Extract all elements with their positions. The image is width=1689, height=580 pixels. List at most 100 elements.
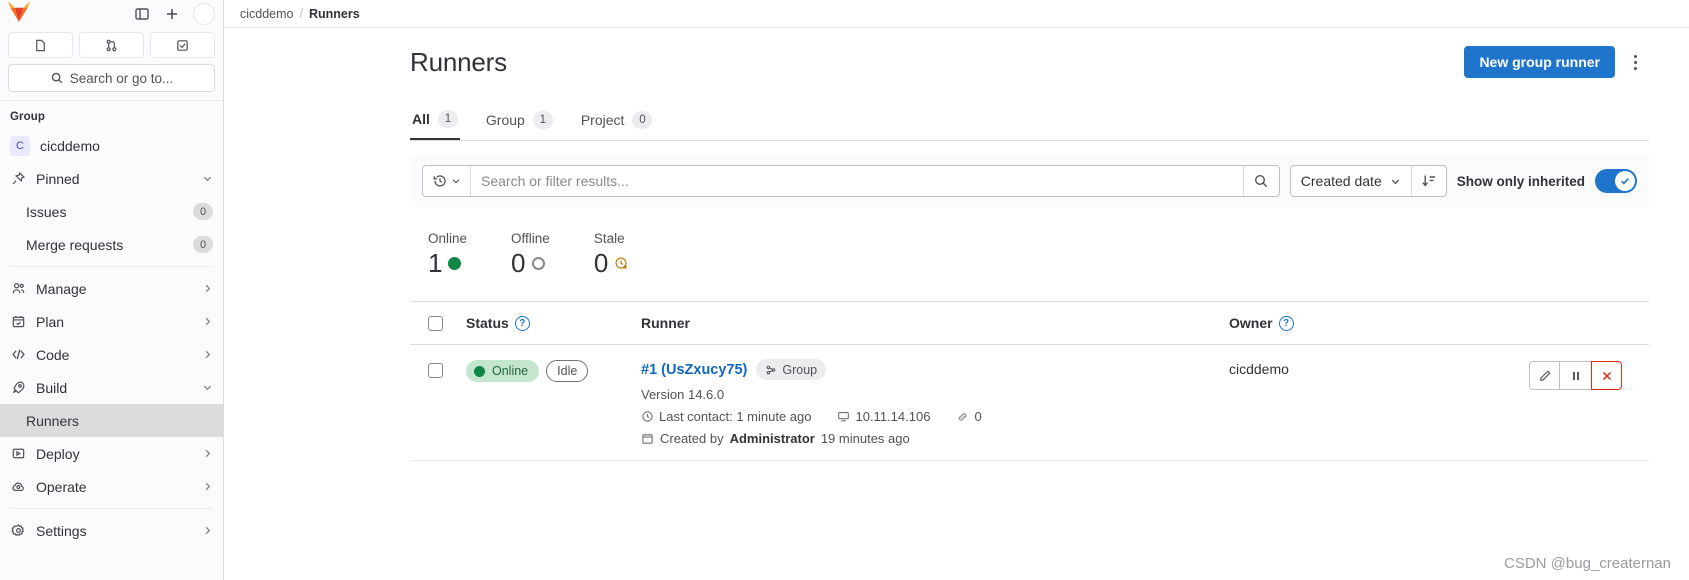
show-only-inherited-label: Show only inherited [1456, 173, 1585, 189]
chevron-down-icon [1391, 179, 1399, 184]
watermark: CSDN @bug_creaternan [1504, 555, 1671, 572]
code-icon [10, 347, 26, 363]
calendar-small-icon [641, 432, 654, 445]
status-badge: Online [466, 360, 540, 382]
sidebar-pinned-label: Pinned [36, 170, 80, 187]
sidebar-item-deploy[interactable]: Deploy [0, 437, 223, 470]
offline-dot-icon [531, 257, 545, 270]
header-runner-label: Runner [641, 315, 690, 331]
table-row: Online Idle #1 (UsZxucy75) Group Version… [410, 345, 1649, 461]
tab-all-label: All [412, 111, 430, 127]
sidebar-section-label: Group [10, 111, 45, 123]
runner-link[interactable]: #1 (UsZxucy75) [641, 362, 747, 378]
merge-request-icon[interactable] [79, 32, 144, 58]
sort-control: Created date [1289, 165, 1447, 197]
runner-status-stats: Online 1 Offline 0 Stale 0 [410, 231, 1649, 279]
sidebar-item-plan[interactable]: Plan [0, 305, 223, 338]
owner-help-icon[interactable]: ? [1278, 315, 1294, 331]
panel-toggle-icon[interactable] [129, 1, 155, 27]
runner-meta-line: Last contact: 1 minute ago 10.11.14.106 … [641, 409, 1229, 424]
stat-stale: Stale 0 [594, 231, 629, 279]
more-actions-icon[interactable] [1621, 46, 1649, 78]
gitlab-logo-icon[interactable] [6, 0, 32, 24]
tab-group[interactable]: Group 1 [484, 104, 555, 140]
table-header-row: Status ? Runner Owner ? [410, 301, 1649, 345]
sidebar-runners-label: Runners [26, 412, 79, 429]
sidebar-merge-requests-label: Merge requests [26, 236, 124, 253]
stat-stale-value-group: 0 [594, 248, 629, 279]
sidebar-item-manage[interactable]: Manage [0, 272, 223, 305]
sidebar-deploy-label: Deploy [36, 445, 80, 462]
sort-descending-icon[interactable] [1412, 166, 1446, 196]
select-all-cell [410, 315, 466, 331]
stale-clock-icon [614, 256, 629, 271]
chevron-right-icon [202, 316, 213, 327]
idle-badge: Idle [546, 360, 589, 382]
tab-group-count: 1 [532, 111, 553, 129]
sidebar-build-label: Build [36, 379, 68, 396]
tab-all[interactable]: All 1 [410, 104, 460, 140]
sidebar-item-code[interactable]: Code [0, 338, 223, 371]
status-help-icon[interactable]: ? [514, 315, 530, 331]
online-dot-icon [474, 365, 485, 377]
todo-check-icon[interactable] [150, 32, 215, 58]
edit-icon[interactable] [1529, 361, 1560, 390]
pin-icon [10, 171, 26, 187]
stat-online: Online 1 [428, 231, 467, 279]
page-title: Runners [410, 46, 507, 77]
sidebar: Search or go to... Group C cicddemo Pinn… [0, 0, 224, 580]
stat-online-value-group: 1 [428, 248, 467, 279]
created-prefix-text: Created by [660, 431, 724, 446]
created-by-name: Administrator [729, 431, 815, 446]
filter-bar: Created date Show only inherited [410, 155, 1649, 207]
sidebar-divider-2 [10, 266, 213, 267]
toggle-knob [1615, 171, 1635, 191]
sort-by-dropdown[interactable]: Created date [1291, 166, 1412, 196]
ip-address-group: 10.11.14.106 [837, 409, 930, 424]
history-icon[interactable] [423, 166, 471, 196]
sidebar-item-group[interactable]: C cicddemo [0, 129, 223, 162]
sidebar-item-pinned[interactable]: Pinned [0, 162, 223, 195]
server-icon [837, 410, 850, 423]
search-placeholder-text: Search or go to... [69, 70, 174, 86]
pause-icon[interactable] [1560, 361, 1591, 390]
search-input[interactable] [471, 166, 1243, 196]
breadcrumb-parent[interactable]: cicddemo [240, 7, 294, 21]
avatar[interactable] [193, 3, 215, 25]
sidebar-item-operate[interactable]: Operate [0, 470, 223, 503]
issues-list-icon[interactable] [8, 32, 73, 58]
gear-icon [10, 523, 26, 539]
header-status: Status ? [466, 315, 641, 331]
sidebar-operate-label: Operate [36, 478, 87, 495]
header-runner: Runner [641, 315, 1229, 331]
select-all-checkbox[interactable] [428, 315, 443, 331]
plus-icon[interactable] [159, 1, 185, 27]
runner-version: Version 14.6.0 [641, 387, 725, 402]
chevron-right-icon [202, 283, 213, 294]
delete-icon[interactable] [1591, 361, 1622, 390]
row-runner-cell: #1 (UsZxucy75) Group Version 14.6.0 Last… [641, 359, 1229, 446]
show-only-inherited-toggle[interactable] [1595, 169, 1637, 193]
row-checkbox[interactable] [428, 363, 443, 378]
chevron-down-icon [202, 173, 213, 184]
sidebar-item-build[interactable]: Build [0, 371, 223, 404]
sidebar-item-issues[interactable]: Issues 0 [0, 195, 223, 228]
new-group-runner-button[interactable]: New group runner [1464, 46, 1615, 78]
sidebar-item-settings[interactable]: Settings [0, 514, 223, 547]
tab-project[interactable]: Project 0 [579, 104, 655, 140]
owner-text: cicddemo [1229, 361, 1289, 377]
search-icon[interactable] [1242, 166, 1279, 196]
chevron-right-icon [202, 525, 213, 536]
chevron-right-icon [202, 481, 213, 492]
sidebar-item-runners[interactable]: Runners [0, 404, 223, 437]
app-root: Search or go to... Group C cicddemo Pinn… [0, 0, 1689, 580]
sidebar-settings-label: Settings [36, 522, 87, 539]
sidebar-item-merge-requests[interactable]: Merge requests 0 [0, 228, 223, 261]
search-input[interactable]: Search or go to... [8, 64, 215, 92]
last-contact-text: Last contact: 1 minute ago [659, 409, 812, 424]
scope-badge: Group [756, 359, 827, 380]
stat-offline: Offline 0 [511, 231, 550, 279]
runner-scope-tabs: All 1 Group 1 Project 0 [410, 104, 1649, 141]
row-status-cell: Online Idle [466, 359, 641, 446]
tab-project-label: Project [580, 112, 625, 128]
